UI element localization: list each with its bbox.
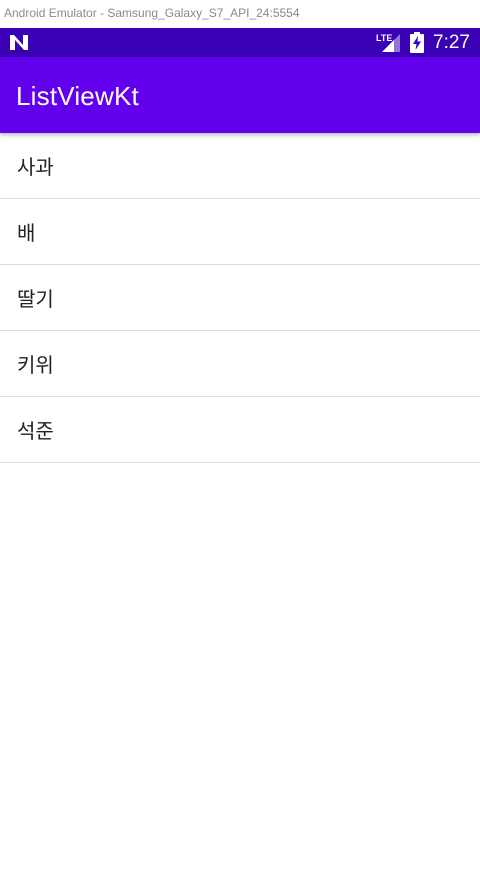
empty-content-area xyxy=(0,465,480,888)
list-item-label: 배 xyxy=(17,221,36,245)
list-item-label: 키위 xyxy=(17,353,54,377)
list-item-label: 사과 xyxy=(17,155,54,179)
lte-signal-icon: LTE xyxy=(376,33,400,52)
list-item[interactable]: 키위 xyxy=(0,331,480,397)
list-item-label: 석준 xyxy=(17,419,54,443)
emulator-window-title: Android Emulator - Samsung_Galaxy_S7_API… xyxy=(0,0,480,28)
lte-label: LTE xyxy=(376,33,392,43)
app-title: ListViewKt xyxy=(16,81,139,111)
list-item[interactable]: 딸기 xyxy=(0,265,480,331)
list-item[interactable]: 사과 xyxy=(0,133,480,199)
battery-charging-icon xyxy=(410,32,424,53)
status-bar: LTE 7:27 xyxy=(0,28,480,57)
notification-n-icon xyxy=(10,35,28,50)
fruit-list: 사과 배 딸기 키위 석준 xyxy=(0,133,480,463)
app-bar: ListViewKt xyxy=(0,57,480,133)
list-item-label: 딸기 xyxy=(17,287,54,311)
status-clock: 7:27 xyxy=(433,32,470,53)
list-item[interactable]: 배 xyxy=(0,199,480,265)
list-item[interactable]: 석준 xyxy=(0,397,480,463)
